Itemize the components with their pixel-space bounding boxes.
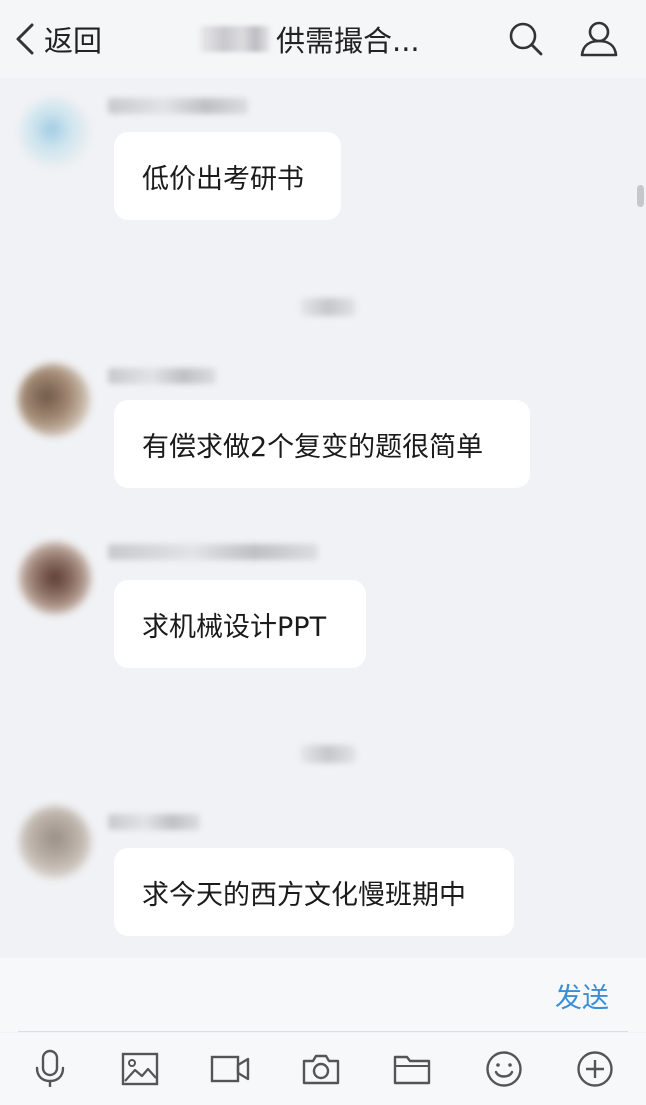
avatar[interactable] [19, 542, 91, 614]
chevron-left-icon [14, 22, 44, 56]
message-input-bar[interactable]: 发送 [0, 958, 646, 1032]
chat-title: 供需撮合... [200, 18, 420, 60]
top-nav-bar: 返回 供需撮合... [0, 0, 646, 78]
microphone-icon [33, 1049, 67, 1089]
message-bubble[interactable]: 有偿求做2个复变的题很简单 [114, 400, 530, 488]
camera-button[interactable] [299, 1047, 343, 1091]
avatar[interactable] [18, 364, 90, 436]
blurred-group-name [200, 26, 270, 52]
emoji-button[interactable] [482, 1047, 526, 1091]
folder-icon [393, 1053, 431, 1085]
voice-button[interactable] [28, 1047, 72, 1091]
image-button[interactable] [118, 1047, 162, 1091]
plus-circle-icon [576, 1050, 614, 1088]
timestamp [300, 745, 356, 763]
back-button[interactable]: 返回 [14, 18, 102, 60]
image-icon [121, 1052, 159, 1086]
message-list[interactable]: 低价出考研书 有偿求做2个复变的题很简单 求机械设计PPT 求今天的西方文化慢班… [0, 78, 646, 958]
sender-name [108, 368, 216, 384]
emoji-icon [485, 1050, 523, 1088]
camera-icon [302, 1053, 340, 1085]
message-bubble[interactable]: 求机械设计PPT [114, 580, 366, 668]
send-button[interactable]: 发送 [555, 976, 609, 1015]
file-button[interactable] [390, 1047, 434, 1091]
input-toolbar [0, 1033, 646, 1105]
video-icon [210, 1054, 250, 1084]
avatar[interactable] [19, 806, 91, 878]
avatar[interactable] [20, 98, 90, 168]
search-icon [508, 21, 544, 57]
search-button[interactable] [505, 18, 547, 60]
sender-name [108, 544, 318, 560]
back-label: 返回 [44, 24, 103, 58]
person-icon [579, 20, 619, 58]
scrollbar-thumb[interactable] [637, 185, 644, 207]
message-text: 低价出考研书 [142, 163, 304, 195]
chat-title-text: 供需撮合... [276, 24, 420, 58]
message-bubble[interactable]: 求今天的西方文化慢班期中 [114, 848, 514, 936]
message-text: 有偿求做2个复变的题很简单 [142, 431, 484, 463]
group-profile-button[interactable] [578, 18, 620, 60]
message-text: 求今天的西方文化慢班期中 [142, 879, 466, 911]
video-button[interactable] [208, 1047, 252, 1091]
more-button[interactable] [573, 1047, 617, 1091]
timestamp [300, 298, 356, 316]
message-text: 求机械设计PPT [142, 611, 327, 643]
sender-name [108, 814, 200, 830]
message-bubble[interactable]: 低价出考研书 [114, 132, 341, 220]
sender-name [108, 98, 248, 114]
input-divider [18, 1031, 628, 1032]
